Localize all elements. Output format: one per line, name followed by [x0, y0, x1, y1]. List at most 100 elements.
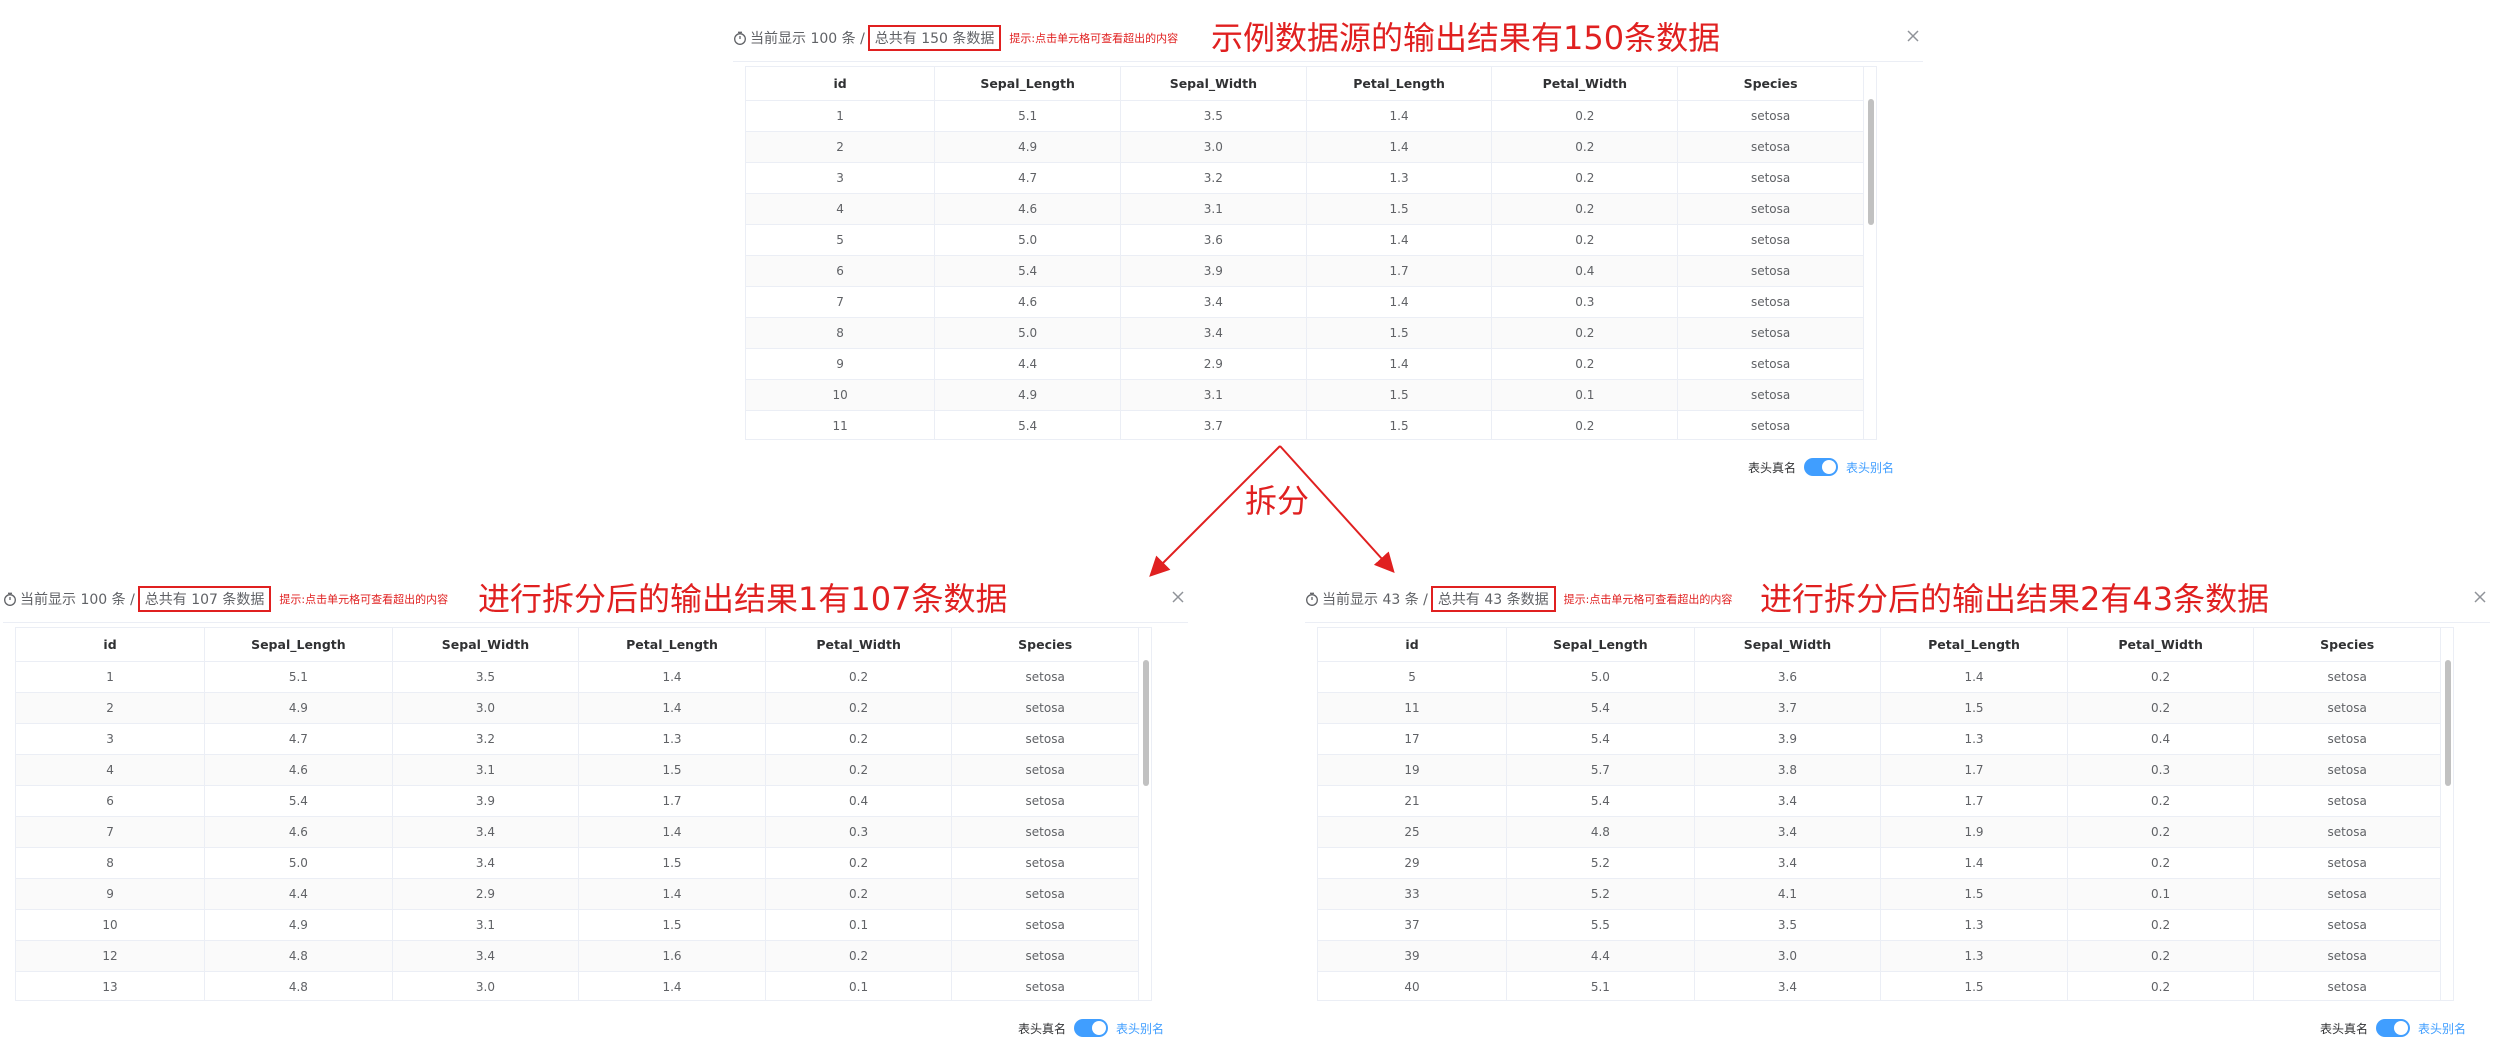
table-cell[interactable]: 3	[746, 162, 936, 194]
table-cell[interactable]: 3.9	[1694, 723, 1882, 755]
table-cell[interactable]: setosa	[951, 878, 1139, 910]
table-cell[interactable]: 25	[1318, 816, 1508, 848]
table-cell[interactable]: setosa	[2253, 692, 2441, 724]
table-cell[interactable]: 4.6	[204, 754, 393, 786]
table-cell[interactable]: 0.2	[2067, 785, 2255, 817]
table-cell[interactable]: 1.6	[578, 940, 766, 972]
table-cell[interactable]: 0.2	[1491, 348, 1679, 380]
column-header[interactable]: Petal_Width	[765, 628, 953, 662]
table-cell[interactable]: setosa	[1677, 379, 1864, 411]
table-cell[interactable]: 1.3	[578, 723, 766, 755]
vertical-scrollbar[interactable]	[1143, 660, 1149, 786]
table-cell[interactable]: 5.5	[1506, 909, 1695, 941]
table-cell[interactable]: 3.5	[392, 661, 580, 693]
table-cell[interactable]: setosa	[951, 785, 1139, 817]
table-cell[interactable]: 0.1	[765, 909, 953, 941]
table-cell[interactable]: 10	[746, 379, 936, 411]
table-cell[interactable]: 3.7	[1694, 692, 1882, 724]
table-cell[interactable]: setosa	[951, 909, 1139, 941]
table-cell[interactable]: 1.5	[1306, 410, 1493, 439]
column-header[interactable]: Sepal_Length	[934, 67, 1121, 101]
table-cell[interactable]: 0.2	[2067, 847, 2255, 879]
table-cell[interactable]: 1.4	[1306, 286, 1493, 318]
table-cell[interactable]: setosa	[2253, 816, 2441, 848]
column-header[interactable]: id	[746, 67, 936, 101]
table-cell[interactable]: 1.5	[1306, 193, 1493, 225]
table-cell[interactable]: setosa	[1677, 131, 1864, 163]
column-header[interactable]: Sepal_Length	[1506, 628, 1695, 662]
table-cell[interactable]: 1.5	[1306, 317, 1493, 349]
table-cell[interactable]: 3.1	[1120, 379, 1307, 411]
table-cell[interactable]: 1.4	[1306, 224, 1493, 256]
column-header[interactable]: Species	[951, 628, 1139, 662]
table-cell[interactable]: 5.4	[934, 410, 1121, 439]
table-cell[interactable]: 5.2	[1506, 878, 1695, 910]
table-cell[interactable]: 21	[1318, 785, 1508, 817]
table-cell[interactable]: 1.3	[1880, 940, 2068, 972]
table-cell[interactable]: 1	[746, 100, 936, 132]
table-cell[interactable]: 5.0	[204, 847, 393, 879]
table-cell[interactable]: setosa	[951, 971, 1139, 1000]
table-cell[interactable]: 5.0	[934, 224, 1121, 256]
table-cell[interactable]: 3.4	[392, 847, 580, 879]
table-cell[interactable]: setosa	[2253, 723, 2441, 755]
table-cell[interactable]: 1.7	[1880, 785, 2068, 817]
table-cell[interactable]: 13	[16, 971, 206, 1000]
column-header[interactable]: id	[16, 628, 206, 662]
table-cell[interactable]: 11	[1318, 692, 1508, 724]
table-cell[interactable]: 10	[16, 909, 206, 941]
table-cell[interactable]: 0.2	[1491, 100, 1679, 132]
table-cell[interactable]: 0.3	[1491, 286, 1679, 318]
vertical-scrollbar[interactable]	[2445, 660, 2451, 786]
table-cell[interactable]: 5.4	[1506, 785, 1695, 817]
column-header[interactable]: Sepal_Width	[1120, 67, 1307, 101]
table-cell[interactable]: 3.9	[392, 785, 580, 817]
table-cell[interactable]: 4.6	[204, 816, 393, 848]
table-cell[interactable]: 5.4	[934, 255, 1121, 287]
table-cell[interactable]: 3.1	[392, 909, 580, 941]
table-cell[interactable]: 3.4	[392, 816, 580, 848]
table-cell[interactable]: 0.2	[1491, 317, 1679, 349]
table-cell[interactable]: 3.9	[1120, 255, 1307, 287]
table-cell[interactable]: setosa	[2253, 940, 2441, 972]
table-cell[interactable]: 4.4	[204, 878, 393, 910]
header-alias-toggle[interactable]	[2376, 1019, 2411, 1037]
table-cell[interactable]: 5.1	[1506, 971, 1695, 1000]
table-cell[interactable]: 2	[746, 131, 936, 163]
close-icon[interactable]	[2470, 587, 2490, 607]
table-cell[interactable]: 4.4	[934, 348, 1121, 380]
table-cell[interactable]: 1.5	[1880, 971, 2068, 1000]
table-cell[interactable]: 1.5	[1306, 379, 1493, 411]
table-cell[interactable]: 5.4	[1506, 692, 1695, 724]
table-cell[interactable]: 1.5	[578, 909, 766, 941]
table-cell[interactable]: 9	[16, 878, 206, 910]
header-alias-toggle[interactable]	[1074, 1019, 1109, 1037]
close-icon[interactable]	[1903, 26, 1923, 46]
table-cell[interactable]: setosa	[1677, 224, 1864, 256]
table-cell[interactable]: 33	[1318, 878, 1508, 910]
table-cell[interactable]: 3.5	[1694, 909, 1882, 941]
table-cell[interactable]: 0.1	[1491, 379, 1679, 411]
table-cell[interactable]: 5.7	[1506, 754, 1695, 786]
column-header[interactable]: id	[1318, 628, 1508, 662]
table-cell[interactable]: 1.3	[1880, 723, 2068, 755]
table-cell[interactable]: 5	[1318, 661, 1508, 693]
table-cell[interactable]: 0.4	[765, 785, 953, 817]
table-cell[interactable]: 7	[16, 816, 206, 848]
table-cell[interactable]: 0.2	[1491, 193, 1679, 225]
table-cell[interactable]: setosa	[951, 940, 1139, 972]
table-cell[interactable]: 0.3	[765, 816, 953, 848]
column-header[interactable]: Species	[1677, 67, 1864, 101]
table-cell[interactable]: 0.2	[1491, 224, 1679, 256]
table-cell[interactable]: 1.5	[1880, 878, 2068, 910]
table-cell[interactable]: 4	[746, 193, 936, 225]
table-cell[interactable]: setosa	[1677, 317, 1864, 349]
column-header[interactable]: Species	[2253, 628, 2441, 662]
table-cell[interactable]: setosa	[1677, 286, 1864, 318]
table-cell[interactable]: 4.9	[204, 692, 393, 724]
table-cell[interactable]: 2	[16, 692, 206, 724]
table-cell[interactable]: 29	[1318, 847, 1508, 879]
table-cell[interactable]: setosa	[1677, 100, 1864, 132]
table-cell[interactable]: setosa	[951, 723, 1139, 755]
table-cell[interactable]: 0.2	[1491, 162, 1679, 194]
